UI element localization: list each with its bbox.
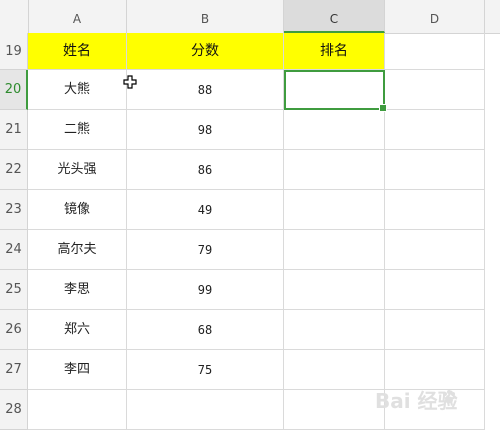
row-header-21[interactable]: 21 (0, 110, 28, 150)
header-cell-score[interactable]: 分数 (127, 33, 284, 70)
rank-cell[interactable] (284, 110, 385, 150)
name-cell[interactable]: 大熊 (28, 70, 127, 110)
row-header-19[interactable]: 19 (0, 33, 28, 70)
empty-cell[interactable] (385, 70, 485, 110)
baidu-paw-icon (443, 390, 455, 404)
cell-d19[interactable] (385, 33, 485, 70)
select-all-corner[interactable] (0, 0, 29, 33)
empty-cell[interactable] (284, 390, 385, 430)
score-cell[interactable]: 49 (127, 190, 284, 230)
rank-cell[interactable] (284, 70, 385, 110)
name-cell[interactable]: 二熊 (28, 110, 127, 150)
score-cell[interactable]: 79 (127, 230, 284, 270)
spreadsheet-grid: A B C D 19 20 21 22 23 24 25 26 27 28 姓名 分数 排名大熊 88 二… (0, 0, 500, 435)
rank-cell[interactable] (284, 350, 385, 390)
header-cell-name[interactable]: 姓名 (28, 33, 127, 70)
score-cell[interactable]: 75 (127, 350, 284, 390)
empty-cell[interactable] (28, 390, 127, 430)
row-header-22[interactable]: 22 (0, 150, 28, 190)
empty-cell[interactable] (385, 230, 485, 270)
rank-cell[interactable] (284, 150, 385, 190)
empty-cell[interactable] (385, 310, 485, 350)
column-header-d[interactable]: D (385, 0, 485, 33)
name-cell[interactable]: 镜像 (28, 190, 127, 230)
row-header-25[interactable]: 25 (0, 270, 28, 310)
row-header-20[interactable]: 20 (0, 70, 28, 110)
score-cell[interactable]: 88 (127, 70, 284, 110)
column-header-a[interactable]: A (28, 0, 127, 33)
empty-cell[interactable] (385, 110, 485, 150)
name-cell[interactable]: 郑六 (28, 310, 127, 350)
header-cell-rank[interactable]: 排名 (284, 33, 385, 70)
score-cell[interactable]: 68 (127, 310, 284, 350)
score-cell[interactable]: 98 (127, 110, 284, 150)
empty-cell[interactable] (385, 190, 485, 230)
empty-cell[interactable] (127, 390, 284, 430)
rank-cell[interactable] (284, 190, 385, 230)
empty-cell[interactable] (385, 350, 485, 390)
column-header-c[interactable]: C (284, 0, 385, 33)
row-header-28[interactable]: 28 (0, 390, 28, 430)
baidu-watermark: Bai 经验 (375, 385, 495, 419)
row-header-24[interactable]: 24 (0, 230, 28, 270)
rank-cell[interactable] (284, 270, 385, 310)
row-header-27[interactable]: 27 (0, 350, 28, 390)
score-cell[interactable]: 86 (127, 150, 284, 190)
column-header-bar: A B C D (0, 0, 500, 34)
score-cell[interactable]: 99 (127, 270, 284, 310)
name-cell[interactable]: 李思 (28, 270, 127, 310)
name-cell[interactable]: 光头强 (28, 150, 127, 190)
rank-cell[interactable] (284, 230, 385, 270)
plus-cursor-icon (123, 75, 137, 89)
row-header-23[interactable]: 23 (0, 190, 28, 230)
empty-cell[interactable] (385, 150, 485, 190)
empty-cell[interactable] (385, 270, 485, 310)
rank-cell[interactable] (284, 310, 385, 350)
name-cell[interactable]: 高尔夫 (28, 230, 127, 270)
row-header-26[interactable]: 26 (0, 310, 28, 350)
name-cell[interactable]: 李四 (28, 350, 127, 390)
column-header-b[interactable]: B (127, 0, 284, 33)
